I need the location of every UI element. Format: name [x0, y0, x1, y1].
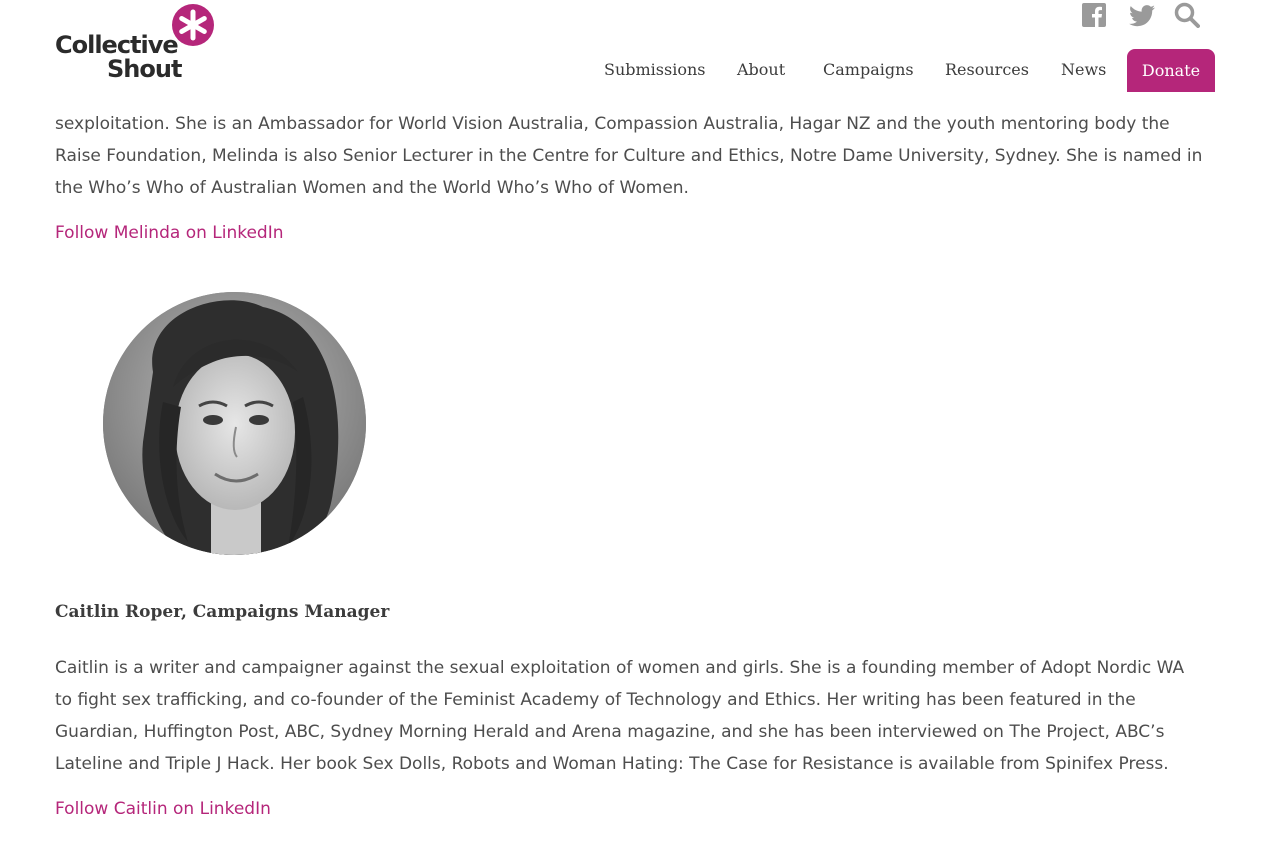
- nav-resources[interactable]: Resources: [945, 60, 1029, 79]
- follow-melinda-linkedin-link[interactable]: Follow Melinda on LinkedIn: [55, 217, 284, 249]
- follow-caitlin-linkedin-link[interactable]: Follow Caitlin on LinkedIn: [55, 793, 271, 825]
- nav-about[interactable]: About: [737, 60, 785, 79]
- asterisk-logo-icon: [172, 4, 214, 46]
- facebook-icon[interactable]: [1082, 2, 1106, 28]
- nav-campaigns[interactable]: Campaigns: [823, 60, 914, 79]
- melinda-bio-text: sexploitation. She is an Ambassador for …: [55, 114, 1203, 198]
- nav-submissions[interactable]: Submissions: [604, 60, 705, 79]
- logo-text-shout: Shout: [107, 55, 182, 83]
- donate-button[interactable]: Donate: [1127, 49, 1215, 92]
- search-icon[interactable]: [1174, 2, 1200, 28]
- caitlin-portrait-illustration: [103, 292, 366, 555]
- caitlin-name-heading: Caitlin Roper, Campaigns Manager: [55, 602, 390, 622]
- nav-news[interactable]: News: [1061, 60, 1106, 79]
- caitlin-portrait-image: [103, 292, 366, 555]
- site-header: Collective Shout Submissions About Campa…: [0, 0, 1265, 92]
- site-logo[interactable]: Collective Shout: [55, 3, 220, 83]
- caitlin-bio-text: Caitlin is a writer and campaigner again…: [55, 658, 1185, 774]
- twitter-icon[interactable]: [1128, 2, 1156, 28]
